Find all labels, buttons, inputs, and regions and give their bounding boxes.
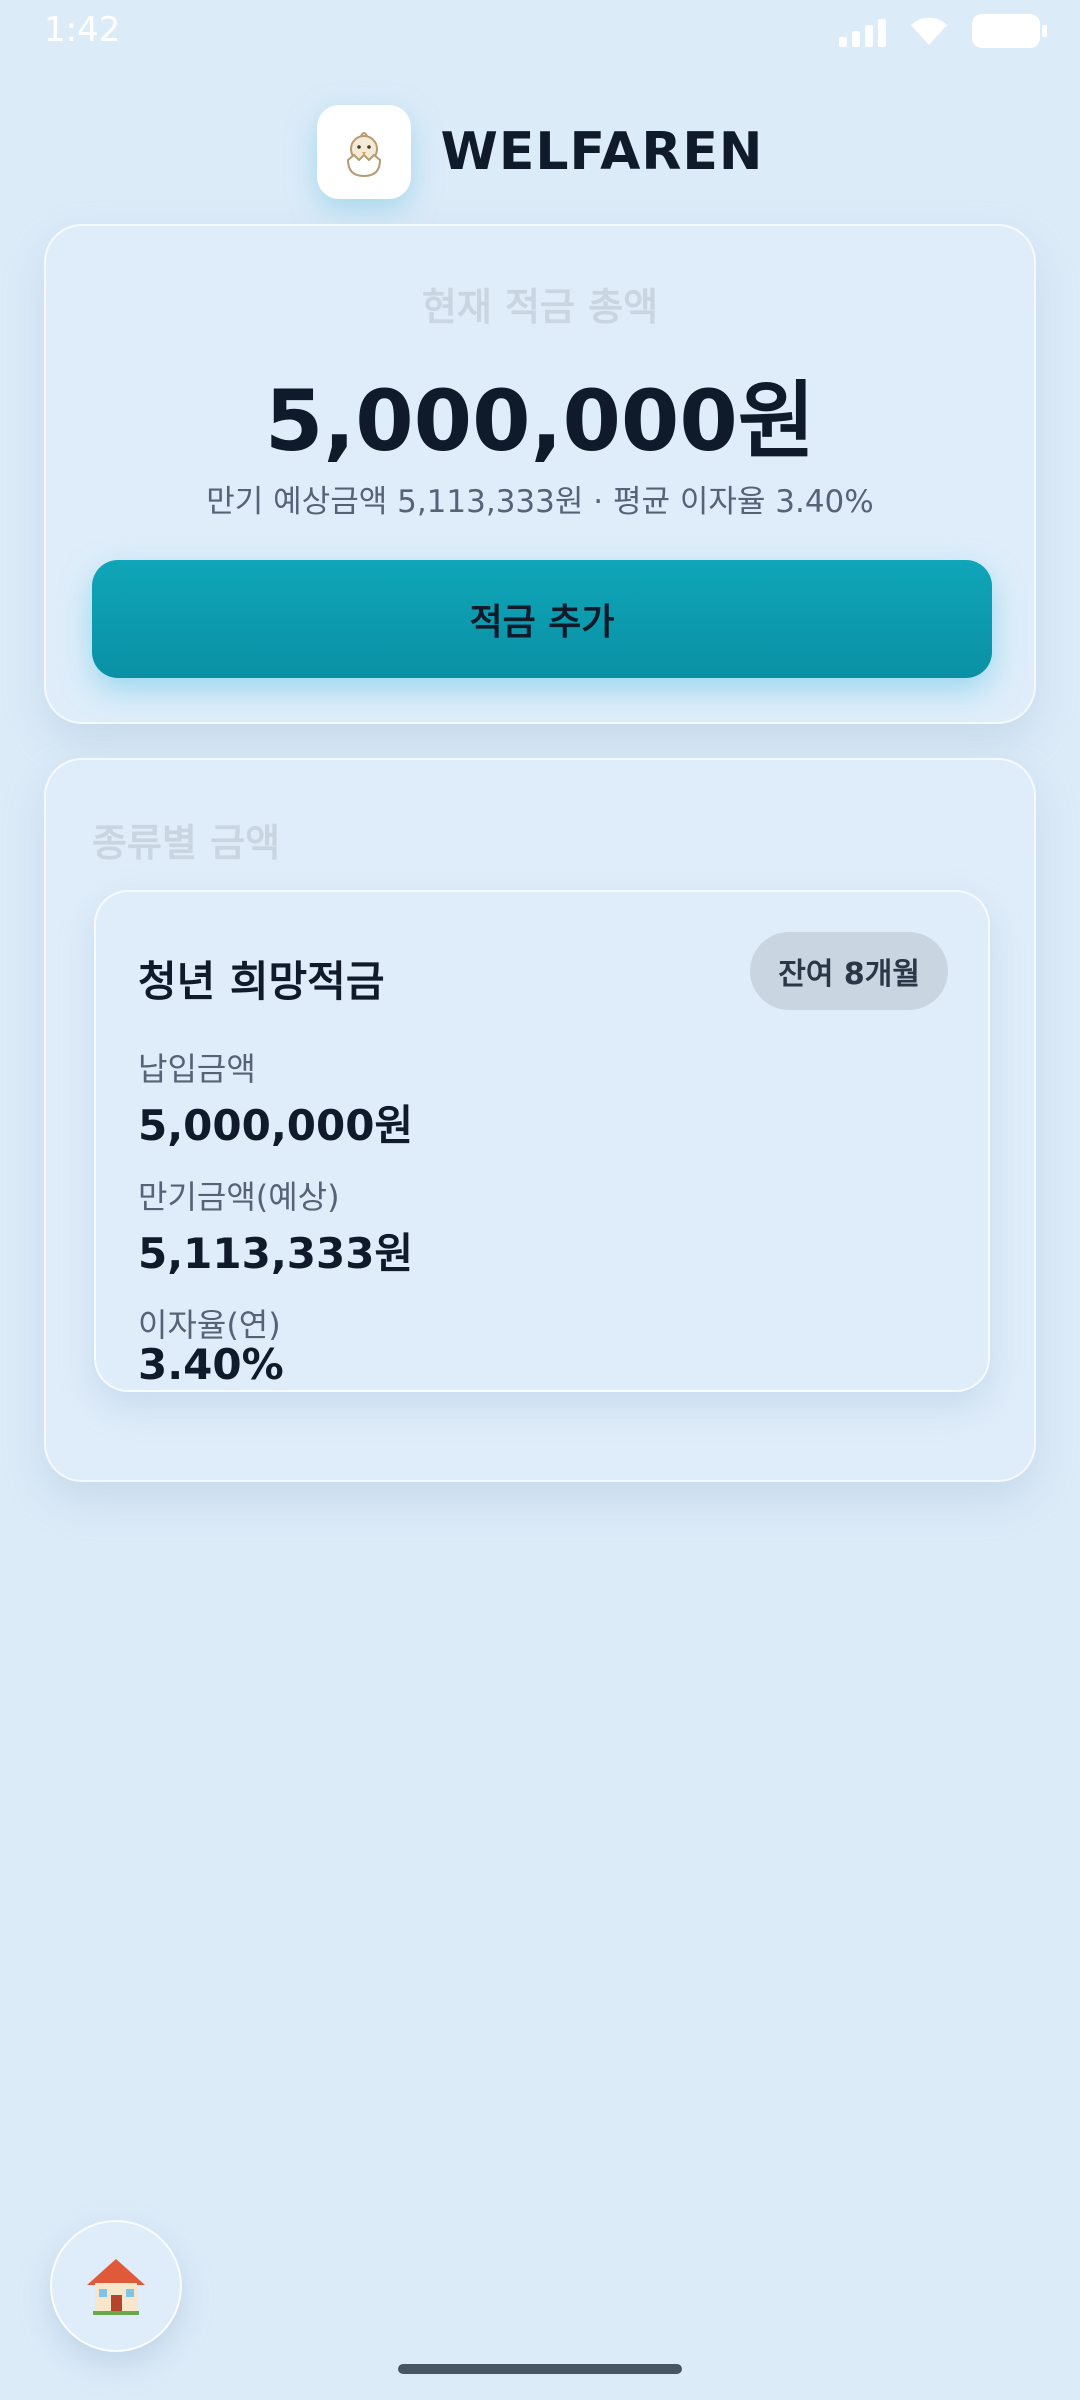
home-indicator[interactable] <box>398 2364 682 2374</box>
signal-icon <box>839 15 886 47</box>
remaining-months-badge: 잔여 8개월 <box>750 932 948 1010</box>
total-savings-amount: 5,000,000원 <box>264 372 816 470</box>
app-screen: 1:42 WELFAREN 현재 적금 총액 5,000,000원 만기 예상금… <box>0 0 1080 2400</box>
app-title: WELFAREN <box>440 122 764 182</box>
amount-by-type-label: 종류별 금액 <box>92 821 281 865</box>
deposit-amount-value: 5,000,000원 <box>138 1101 414 1150</box>
home-button[interactable] <box>50 2220 182 2352</box>
amount-by-type-card: 종류별 금액 청년 희망적금 잔여 8개월 납입금액 5,000,000원 만기… <box>44 758 1036 1482</box>
interest-rate-value: 3.40% <box>138 1340 284 1389</box>
status-icons <box>839 14 1047 48</box>
savings-summary-card: 현재 적금 총액 5,000,000원 만기 예상금액 5,113,333원 ·… <box>44 224 1036 724</box>
deposit-amount-label: 납입금액 <box>138 1050 256 1088</box>
maturity-amount-label: 만기금액(예상) <box>138 1178 340 1216</box>
chick-in-egg-icon <box>316 105 411 199</box>
status-bar: 1:42 <box>0 0 1080 64</box>
maturity-amount-value: 5,113,333원 <box>138 1229 414 1278</box>
savings-product-card[interactable]: 청년 희망적금 잔여 8개월 납입금액 5,000,000원 만기금액(예상) … <box>94 890 990 1392</box>
battery-icon <box>972 14 1047 48</box>
product-name: 청년 희망적금 <box>138 957 385 1006</box>
wifi-icon <box>908 15 950 47</box>
total-savings-label: 현재 적금 총액 <box>421 285 659 329</box>
maturity-summary-text: 만기 예상금액 5,113,333원 · 평균 이자율 3.40% <box>206 484 874 520</box>
app-header: WELFAREN <box>0 104 1080 200</box>
status-time: 1:42 <box>44 10 121 50</box>
house-icon <box>87 2259 145 2315</box>
add-savings-button[interactable]: 적금 추가 <box>92 560 992 678</box>
